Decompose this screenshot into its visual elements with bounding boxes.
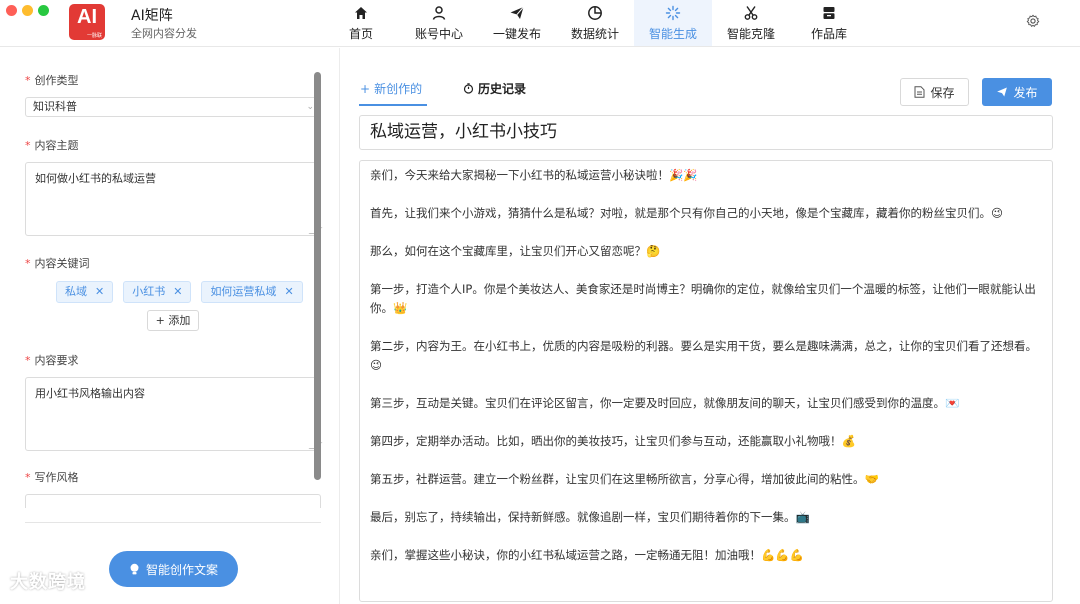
nav-account-center-label: 账号中心: [414, 27, 463, 41]
content-requirement-label: * 内容要求: [25, 354, 79, 367]
content-topic-value: 如何做小红书的私域运营: [35, 172, 156, 185]
send-icon: [997, 87, 1008, 97]
form-divider: [25, 522, 321, 523]
body-paragraph: 第三步，互动是关键。宝贝们在评论区留言，你一定要及时回应，就像朋友间的聊天，让宝…: [370, 396, 960, 410]
article-body-editor[interactable]: 亲们，今天来给大家揭秘一下小红书的私域运营小秘诀啦！🎉🎉 首先，让我们来个小游戏…: [359, 160, 1053, 602]
creation-type-value: 知识科普: [33, 100, 77, 113]
body-paragraph: 亲们，今天来给大家揭秘一下小红书的私域运营小秘诀啦！🎉🎉: [370, 168, 698, 182]
window-maximize-button[interactable]: [38, 5, 49, 16]
nav-works-library[interactable]: 作品库: [790, 0, 868, 46]
keyword-tag: 私域 ✕: [56, 281, 114, 303]
logo-text: AI: [77, 6, 97, 28]
body-paragraph: 最后，别忘了，持续输出，保持新鲜感。就像追剧一样，宝贝们期待着你的下一集。📺: [370, 510, 810, 524]
body-paragraph: 第五步，社群运营。建立一个粉丝群，让宝贝们在这里畅所欲言，分享心得，增加彼此间的…: [370, 472, 879, 486]
writing-style-label: * 写作风格: [25, 471, 79, 484]
app-logo: AI 一脉联: [69, 4, 105, 40]
home-icon: [355, 7, 367, 19]
spinner-icon: [665, 5, 681, 21]
nav-statistics[interactable]: 数据统计: [556, 0, 634, 46]
smart-generate-copy-label: 智能创作文案: [145, 562, 218, 577]
body-paragraph: 那么，如何在这个宝藏库里，让宝贝们开心又留恋呢？🤔: [370, 244, 661, 258]
nav-home-label: 首页: [348, 27, 373, 41]
scissors-icon: [744, 6, 758, 20]
writing-style-select[interactable]: [25, 494, 321, 508]
keyword-tag: 如何运营私域 ✕: [201, 281, 303, 303]
logo-subtext: 一脉联: [86, 33, 102, 39]
tab-history-label: 历史记录: [478, 82, 527, 96]
content-topic-textarea[interactable]: 如何做小红书的私域运营: [25, 162, 323, 236]
publish-button[interactable]: 发布: [982, 78, 1052, 106]
body-paragraph: 第一步，打造个人IP。你是个美妆达人、美食家还是时尚博主？明确你的定位，就像给宝…: [370, 282, 1036, 315]
content-topic-label: * 内容主题: [25, 139, 79, 152]
creation-form-panel: * 创作类型 知识科普 ⌄ * 内容主题 如何做小红书的私域运营 * 内容关键词 私域…: [0, 48, 340, 604]
nav-statistics-label: 数据统计: [570, 27, 619, 41]
nav-one-click-publish-label: 一键发布: [492, 27, 541, 41]
nav-smart-generate[interactable]: 智能生成: [634, 0, 712, 46]
pie-chart-icon: [588, 6, 602, 20]
tab-history[interactable]: 历史记录: [463, 80, 526, 97]
document-icon: [914, 86, 925, 98]
form-scrollbar[interactable]: [314, 72, 321, 480]
editor-panel: + 新创作的 历史记录 保存 发布 私域运营，小红书小技巧 亲们，今天来给大家揭…: [341, 48, 1080, 604]
active-tab-indicator: [359, 104, 427, 106]
body-paragraph: 亲们，掌握这些小秘诀，你的小红书私域运营之路，一定畅通无阻！加油哦！💪💪💪: [370, 548, 804, 562]
close-icon[interactable]: ✕: [173, 281, 182, 303]
top-bar: AI 一脉联 AI矩阵 全网内容分发 首页 账号中心 一键发布 数据统计 智能生…: [0, 0, 1080, 47]
body-paragraph: 第四步，定期举办活动。比如，晒出你的美妆技巧，让宝贝们参与互动，还能赢取小礼物哦…: [370, 434, 856, 448]
content-keywords-label: * 内容关键词: [25, 257, 90, 270]
stopwatch-icon: [463, 83, 474, 94]
nav-works-library-label: 作品库: [810, 27, 847, 41]
add-keyword-button[interactable]: + 添加: [147, 310, 199, 331]
user-icon: [432, 6, 446, 20]
chevron-down-icon: ⌄: [306, 102, 314, 112]
send-icon: [510, 6, 524, 19]
publish-label: 发布: [1013, 85, 1038, 100]
nav-smart-clone-label: 智能克隆: [726, 27, 775, 41]
app-name: AI矩阵: [131, 8, 173, 24]
close-icon[interactable]: ✕: [284, 281, 293, 303]
plus-icon: +: [360, 81, 371, 96]
watermark-text: 大数跨境: [10, 572, 86, 593]
content-requirement-value: 用小红书风格输出内容: [35, 387, 145, 400]
main-nav: 首页 账号中心 一键发布 数据统计 智能生成 智能克隆 作品库: [322, 0, 868, 46]
creation-type-label: * 创作类型: [25, 74, 79, 87]
window-close-button[interactable]: [6, 5, 17, 16]
keyword-tag: 小红书 ✕: [123, 281, 192, 303]
nav-home[interactable]: 首页: [322, 0, 400, 46]
close-icon[interactable]: ✕: [95, 281, 104, 303]
nav-account-center[interactable]: 账号中心: [400, 0, 478, 46]
nav-smart-clone[interactable]: 智能克隆: [712, 0, 790, 46]
nav-smart-generate-label: 智能生成: [648, 27, 697, 41]
article-title-input[interactable]: 私域运营，小红书小技巧: [359, 115, 1053, 150]
nav-one-click-publish[interactable]: 一键发布: [478, 0, 556, 46]
keyword-tags: 私域 ✕ 小红书 ✕ 如何运营私域 ✕: [56, 281, 303, 303]
creation-type-select[interactable]: 知识科普 ⌄: [25, 97, 321, 117]
app-subtitle: 全网内容分发: [131, 27, 197, 40]
content-requirement-textarea[interactable]: 用小红书风格输出内容: [25, 377, 323, 451]
body-paragraph: 第二步，内容为王。在小红书上，优质的内容是吸粉的利器。要么是实用干货，要么是趣味…: [370, 339, 1037, 372]
tab-new-creation-label: 新创作的: [374, 82, 423, 96]
tab-new-creation[interactable]: + 新创作的: [360, 80, 422, 97]
smart-generate-copy-button[interactable]: 智能创作文案: [109, 551, 238, 587]
library-icon: [823, 7, 835, 19]
gear-icon[interactable]: [1026, 14, 1040, 28]
save-button[interactable]: 保存: [900, 78, 969, 106]
lightbulb-icon: [130, 563, 139, 574]
save-label: 保存: [930, 85, 955, 100]
window-minimize-button[interactable]: [22, 5, 33, 16]
body-paragraph: 首先，让我们来个小游戏，猜猜什么是私域？对啦，就是那个只有你自己的小天地，像是个…: [370, 206, 1003, 220]
